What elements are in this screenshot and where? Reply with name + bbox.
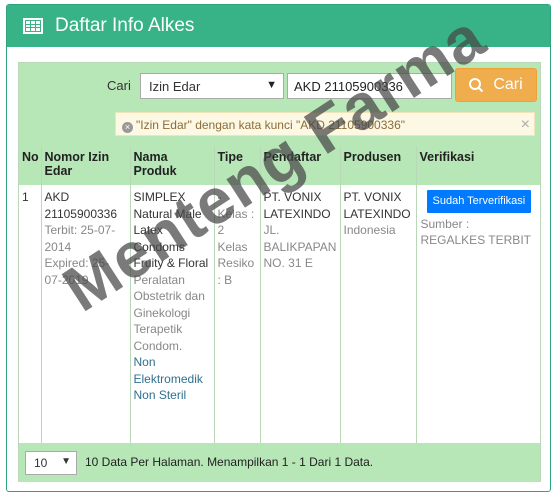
active-filter-tag: × "Izin Edar" dengan kata kunci "AKD 2110… [115, 112, 535, 136]
product-category: Peralatan Obstetrik dan Ginekologi Terap… [133, 272, 205, 353]
column-header-no: No [19, 146, 42, 185]
cell-nomor-izin: AKD 21105900336 Terbit: 25-07-2014 Expir… [41, 185, 131, 443]
column-header-nomor-izin-edar: Nomor Izin Edar [41, 146, 131, 185]
tanggal-expired: Expired: 25-07-2019 [44, 256, 110, 287]
remove-filter-icon[interactable]: × [122, 122, 133, 133]
content-box: Cari Izin Edar ▼ Cari ×"Izin Edar" denga… [18, 62, 541, 482]
cell-produsen: PT. VONIX LATEXINDO Indonesia [340, 185, 417, 443]
pendaftar-name: PT. VONIX LATEXINDO [263, 190, 331, 221]
cell-nama-produk: SIMPLEX Natural Male Latex Condoms Fruit… [130, 185, 215, 443]
search-icon [469, 78, 483, 92]
table-header-row: No Nomor Izin Edar Nama Produk Tipe Pend… [19, 146, 540, 185]
column-header-verifikasi: Verifikasi [416, 146, 540, 185]
tipe-resiko: Kelas Resiko : B [217, 239, 255, 287]
close-filter-icon[interactable]: × [521, 116, 530, 134]
table-grid-icon [23, 18, 43, 34]
verification-source: Sumber : REGALKES TERBIT [420, 216, 531, 248]
per-page-value: 10 [34, 456, 48, 470]
produsen-country: Indonesia [343, 223, 396, 237]
pagination-info: 10 Data Per Halaman. Menampilkan 1 - 1 D… [85, 455, 374, 469]
column-header-pendaftar: Pendaftar [260, 146, 341, 185]
row-number: 1 [22, 190, 29, 204]
search-input[interactable] [287, 73, 452, 99]
column-header-nama-produk: Nama Produk [130, 146, 215, 185]
search-field-value: Izin Edar [149, 79, 201, 94]
tanggal-terbit: Terbit: 25-07-2014 [44, 223, 116, 254]
page-title: Daftar Info Alkes [55, 15, 195, 36]
produsen-name: PT. VONIX LATEXINDO [343, 190, 411, 221]
cell-verifikasi: Sudah Terverifikasi Sumber : REGALKES TE… [416, 185, 540, 443]
table-row: 1 AKD 21105900336 Terbit: 25-07-2014 Exp… [19, 185, 540, 443]
cell-no: 1 [19, 185, 42, 443]
search-field-select[interactable]: Izin Edar ▼ [140, 73, 284, 99]
tipe-kelas: Kelas : 2 [217, 206, 255, 238]
search-button-label: Cari [493, 76, 523, 93]
dropdown-caret-icon: ▼ [61, 456, 71, 467]
cell-tipe: - Kelas : 2 Kelas Resiko : B [214, 185, 261, 443]
column-header-produsen: Produsen [340, 146, 417, 185]
search-label: Cari [107, 78, 131, 93]
pendaftar-address: JL. BALIKPAPAN NO. 31 E [263, 223, 337, 270]
pagination-footer: 10 ▼ 10 Data Per Halaman. Menampilkan 1 … [19, 443, 540, 482]
product-name: SIMPLEX Natural Male Latex Condoms Fruit… [133, 190, 209, 270]
search-button[interactable]: Cari [455, 68, 537, 102]
product-subcategory: Non Elektromedik Non Steril [133, 355, 203, 402]
dropdown-caret-icon: ▼ [266, 79, 277, 91]
column-header-tipe: Tipe [214, 146, 261, 185]
active-filter-text: "Izin Edar" dengan kata kunci "AKD 21105… [136, 118, 405, 132]
panel-header: Daftar Info Alkes [7, 5, 550, 47]
nomor-izin-edar: AKD 21105900336 [44, 190, 118, 221]
alkes-panel: Daftar Info Alkes Cari Izin Edar ▼ Cari … [6, 4, 551, 492]
alkes-table: No Nomor Izin Edar Nama Produk Tipe Pend… [19, 146, 540, 443]
per-page-select[interactable]: 10 ▼ [25, 451, 77, 475]
verification-badge: Sudah Terverifikasi [426, 190, 532, 213]
cell-pendaftar: PT. VONIX LATEXINDO JL. BALIKPAPAN NO. 3… [260, 185, 341, 443]
search-area: Cari Izin Edar ▼ Cari ×"Izin Edar" denga… [19, 63, 540, 146]
tipe-dash: - [217, 190, 222, 204]
